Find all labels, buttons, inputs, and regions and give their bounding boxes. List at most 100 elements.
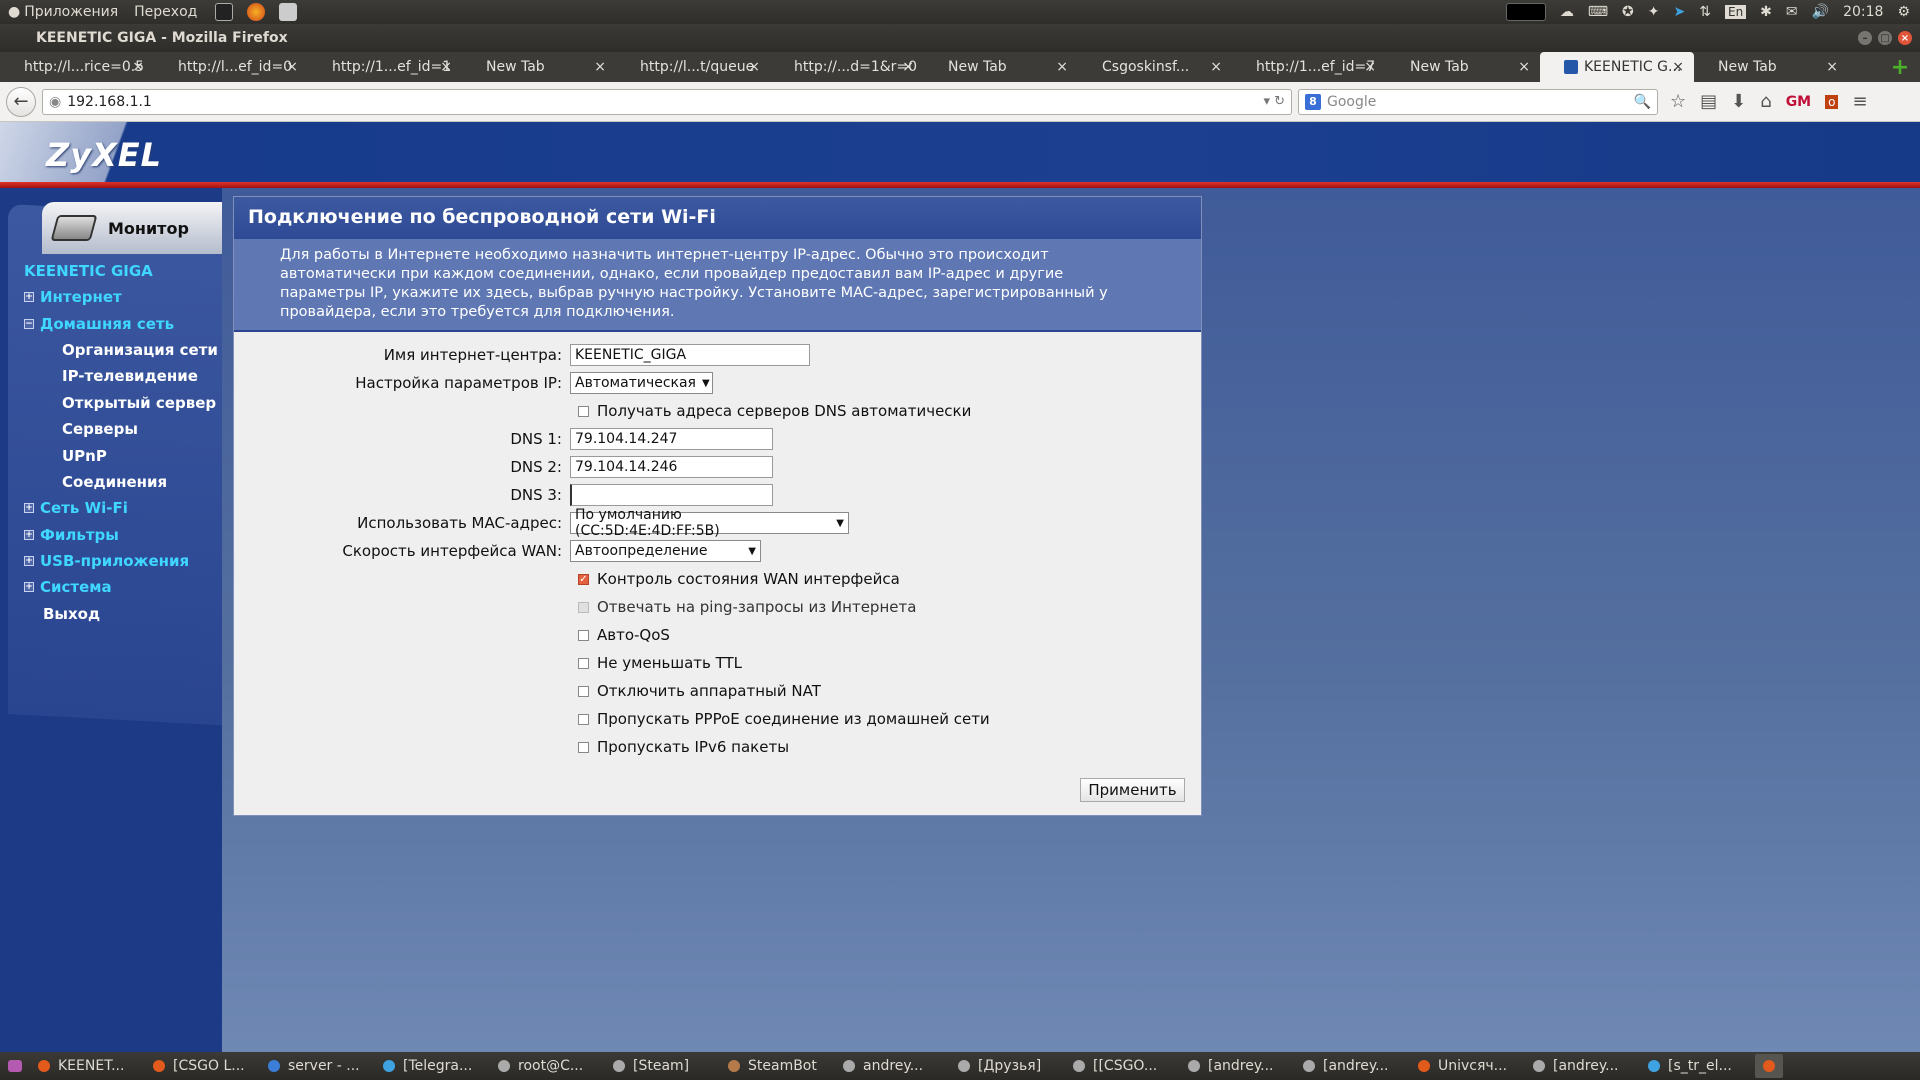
extension-gm-icon[interactable]: GM — [1786, 94, 1811, 110]
close-tab-icon[interactable]: × — [1364, 59, 1376, 75]
browser-tab[interactable]: Csgoskinsf... × — [1078, 52, 1232, 82]
nav-item[interactable]: + Система — [24, 574, 224, 600]
browser-tab[interactable]: http://...d=1&r=0 × — [770, 52, 924, 82]
dns2-input[interactable]: 79.104.14.246 — [570, 456, 773, 478]
close-tab-icon[interactable]: × — [286, 59, 298, 75]
monitor-widget-icon[interactable] — [1505, 3, 1546, 21]
browser-tab[interactable]: http://l...ef_id=0 × — [154, 52, 308, 82]
nav-item[interactable]: Соединения — [24, 469, 224, 495]
option-checkbox[interactable]: Пропускать IPv6 пакеты — [578, 738, 789, 756]
new-tab-button[interactable]: + — [1880, 52, 1920, 82]
browser-tab[interactable]: KEENETIC G... × — [1540, 52, 1694, 82]
apply-button[interactable]: Применить — [1080, 778, 1185, 802]
reload-icon[interactable]: ▾ ↻ — [1263, 94, 1285, 109]
network-tray-icon[interactable]: ⇅ — [1699, 4, 1711, 20]
firefox-launcher-icon[interactable] — [247, 3, 266, 21]
taskbar-item[interactable]: [CSGO L... — [145, 1054, 260, 1078]
terminal-launcher-icon[interactable] — [215, 3, 234, 21]
home-icon[interactable]: ⌂ — [1760, 91, 1771, 112]
reading-list-icon[interactable]: ▤ — [1700, 91, 1717, 112]
nav-item[interactable]: + USB-приложения — [24, 548, 224, 574]
settings-gear-icon[interactable]: ⚙ — [1897, 4, 1910, 20]
minimize-button[interactable]: – — [1858, 31, 1872, 45]
option-checkbox[interactable]: Пропускать PPPoE соединение из домашней … — [578, 710, 990, 728]
hostname-input[interactable]: KEENETIC_GIGA — [570, 344, 810, 366]
nav-item[interactable]: + Сеть Wi-Fi — [24, 495, 224, 521]
taskbar-item[interactable]: [andrey... — [1295, 1054, 1410, 1078]
taskbar-item[interactable]: SteamBot — [720, 1054, 835, 1078]
nav-item[interactable]: + Интернет — [24, 284, 224, 310]
steam-tray-icon[interactable]: ✪ — [1622, 4, 1634, 20]
nav-item[interactable]: − Домашняя сеть — [24, 310, 224, 336]
taskbar-item[interactable]: root@C... — [490, 1054, 605, 1078]
taskbar-item[interactable]: [s_tr_el... — [1640, 1054, 1755, 1078]
mail-tray-icon[interactable]: ✉ — [1786, 4, 1798, 20]
taskbar-item[interactable]: server - ... — [260, 1054, 375, 1078]
browser-tab[interactable]: New Tab × — [1386, 52, 1540, 82]
url-bar[interactable]: ◉ 192.168.1.1 ▾ ↻ — [42, 88, 1292, 115]
nav-item[interactable]: Серверы — [24, 416, 224, 442]
back-button[interactable]: ← — [6, 86, 36, 117]
volume-tray-icon[interactable]: 🔊 — [1812, 4, 1829, 20]
expand-icon[interactable]: + — [24, 556, 34, 567]
dropbox-tray-icon[interactable]: ✦ — [1648, 4, 1660, 20]
show-desktop-button[interactable] — [0, 1054, 30, 1078]
taskbar-item[interactable]: [[CSGO... — [1065, 1054, 1180, 1078]
browser-tab[interactable]: http://1...ef_id=1 × — [308, 52, 462, 82]
taskbar-item[interactable]: [andrey... — [1525, 1054, 1640, 1078]
close-tab-icon[interactable]: × — [440, 59, 452, 75]
telegram-tray-icon[interactable]: ➤ — [1674, 4, 1686, 20]
close-tab-icon[interactable]: × — [132, 59, 144, 75]
close-tab-icon[interactable]: × — [594, 59, 606, 75]
browser-tab[interactable]: http://l...t/queue × — [616, 52, 770, 82]
collapse-icon[interactable]: − — [24, 318, 34, 329]
close-tab-icon[interactable]: × — [1210, 59, 1222, 75]
dns3-input[interactable] — [570, 484, 773, 506]
skype-tray-icon[interactable]: ☁ — [1560, 4, 1574, 20]
extension-icon[interactable]: o — [1825, 94, 1839, 109]
dns1-input[interactable]: 79.104.14.247 — [570, 428, 773, 450]
close-tab-icon[interactable]: × — [902, 59, 914, 75]
search-icon[interactable]: 🔍 — [1634, 94, 1651, 110]
expand-icon[interactable]: + — [24, 529, 34, 540]
browser-tab[interactable]: http://1...ef_id=7 × — [1232, 52, 1386, 82]
keyboard-tray-icon[interactable]: ⌨ — [1588, 4, 1608, 20]
dns-auto-checkbox[interactable]: Получать адреса серверов DNS автоматичес… — [578, 402, 971, 420]
taskbar-item[interactable]: [Telegra... — [375, 1054, 490, 1078]
monitor-button[interactable]: Монитор — [42, 202, 222, 254]
clock[interactable]: 20:18 — [1843, 4, 1883, 20]
bluetooth-tray-icon[interactable]: ✱ — [1760, 4, 1772, 20]
search-bar[interactable]: 8 Google 🔍 — [1298, 88, 1658, 115]
menu-hamburger-icon[interactable]: ≡ — [1852, 91, 1867, 112]
nav-item[interactable]: IP-телевидение — [24, 363, 224, 389]
nav-item[interactable]: Открытый сервер — [24, 390, 224, 416]
browser-tab[interactable]: New Tab × — [924, 52, 1078, 82]
apps-menu[interactable]: ● Приложения — [0, 4, 126, 20]
close-window-button[interactable]: × — [1898, 31, 1912, 45]
close-tab-icon[interactable]: × — [1056, 59, 1068, 75]
close-tab-icon[interactable]: × — [748, 59, 760, 75]
option-checkbox[interactable]: Отключить аппаратный NAT — [578, 682, 821, 700]
mac-select[interactable]: По умолчанию (CC:5D:4E:4D:FF:5B) ▼ — [570, 507, 849, 539]
keyboard-layout[interactable]: En — [1724, 5, 1747, 19]
download-icon[interactable]: ⬇ — [1731, 91, 1746, 112]
taskbar-item[interactable]: Univсяч... — [1410, 1054, 1525, 1078]
close-tab-icon[interactable]: × — [1518, 59, 1530, 75]
maximize-button[interactable]: □ — [1878, 31, 1892, 45]
expand-icon[interactable]: + — [24, 582, 34, 593]
taskbar-item[interactable]: [andrey... — [1180, 1054, 1295, 1078]
taskbar-item[interactable]: [Steam] — [605, 1054, 720, 1078]
zyxel-logo[interactable]: ZyXEL — [0, 122, 205, 186]
taskbar-item[interactable]: [Друзья] — [950, 1054, 1065, 1078]
ip-config-select[interactable]: Автоматическая ▼ — [570, 372, 713, 394]
nav-item[interactable]: UPnP — [24, 442, 224, 468]
taskbar-item[interactable]: KEENET... — [30, 1054, 145, 1078]
window-titlebar[interactable]: KEENETIC GIGA - Mozilla Firefox – □ × — [0, 24, 1920, 52]
option-checkbox[interactable]: ✓ Контроль состояния WAN интерфейса — [578, 570, 900, 588]
places-menu[interactable]: Переход — [126, 4, 205, 20]
bookmark-star-icon[interactable]: ☆ — [1670, 91, 1686, 112]
google-engine-icon[interactable]: 8 — [1305, 93, 1321, 110]
nav-item[interactable]: Выход — [24, 601, 224, 627]
nav-item[interactable]: + Фильтры — [24, 522, 224, 548]
close-tab-icon[interactable]: × — [1826, 59, 1838, 75]
